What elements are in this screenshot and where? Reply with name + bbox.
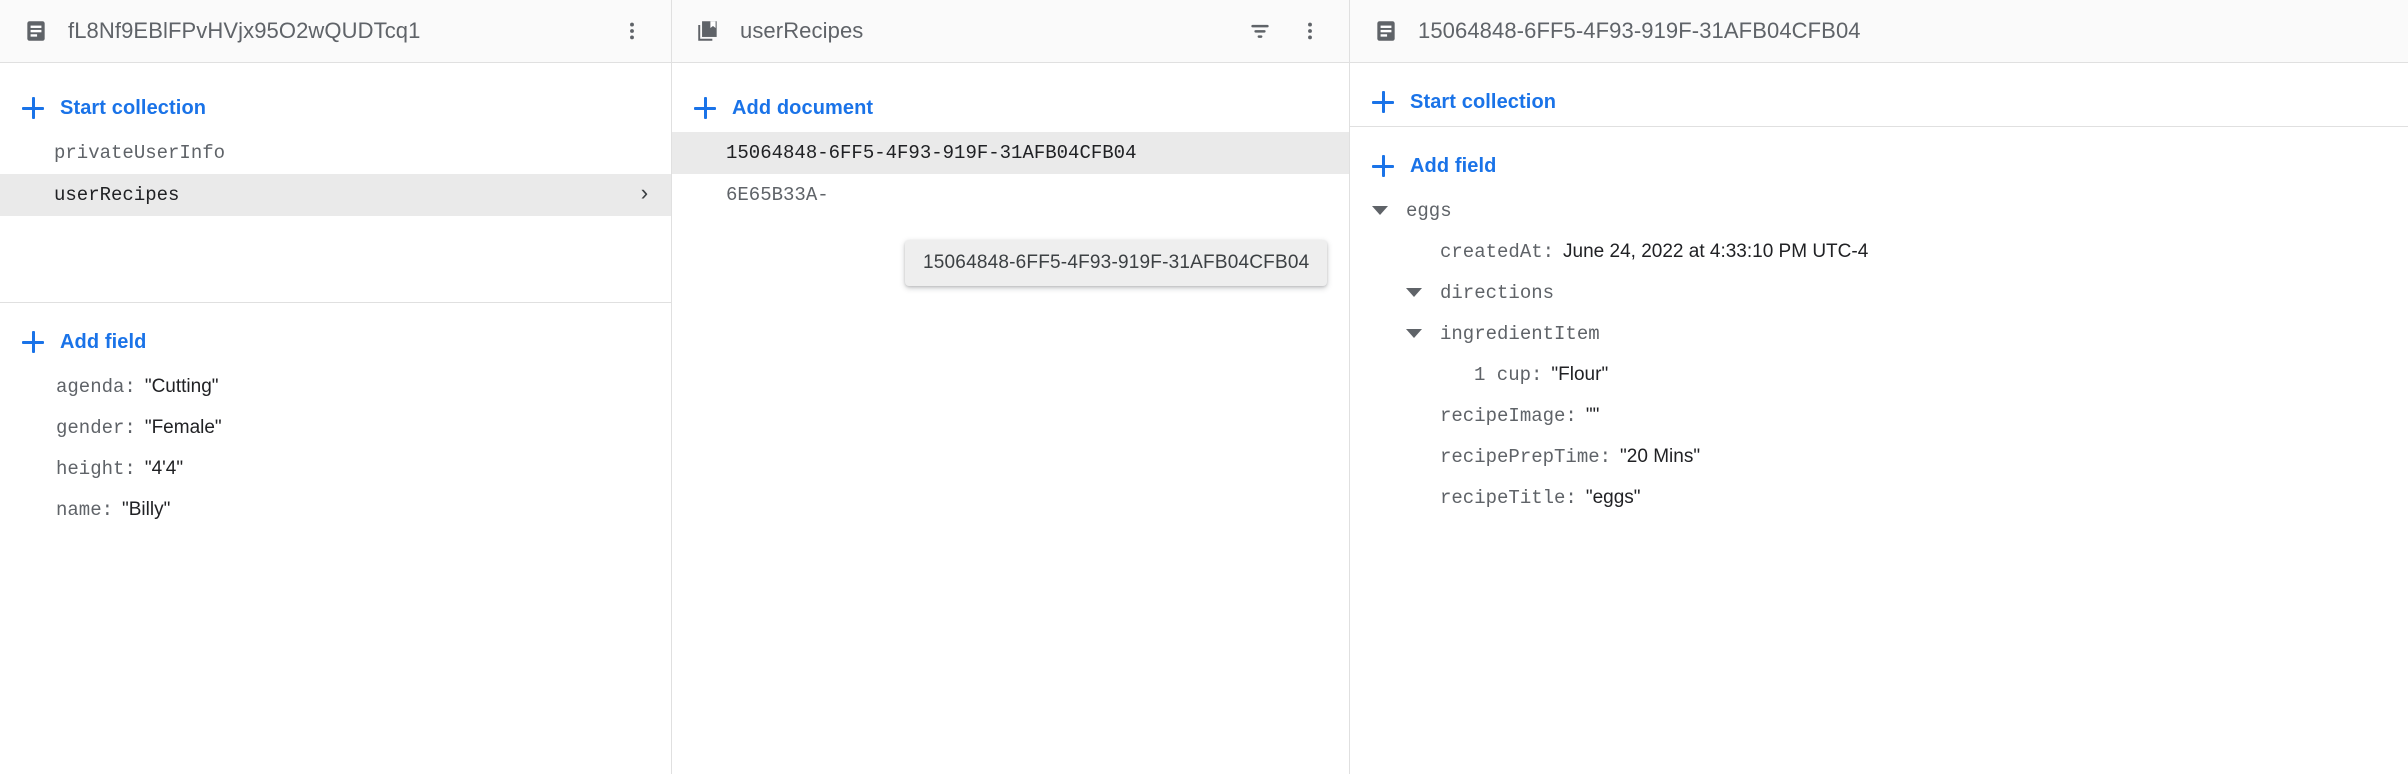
detail-panel-header: 15064848-6FF5-4F93-919F-31AFB04CFB04 — [1350, 0, 2408, 63]
document-panel-collections-section: Start collection privateUserInfo userRec… — [0, 63, 671, 302]
field-row-map[interactable]: directions — [1350, 272, 2408, 313]
field-value: "Billy" — [122, 498, 171, 520]
field-row[interactable]: name: "Billy" — [0, 489, 671, 530]
field-colon: : — [124, 375, 136, 398]
filter-icon[interactable] — [1243, 14, 1277, 48]
collection-panel-title: userRecipes — [740, 18, 864, 43]
field-key: createdAt — [1440, 240, 1543, 263]
more-vert-icon[interactable] — [1293, 14, 1327, 48]
field-key: gender — [56, 416, 125, 439]
add-document-label: Add document — [732, 96, 874, 119]
add-field-label: Add field — [60, 330, 147, 353]
field-value: "Cutting" — [144, 375, 219, 397]
document-item-label: 6E65B33A- — [726, 184, 829, 206]
field-colon: : — [101, 498, 114, 521]
plus-icon — [1372, 155, 1394, 177]
start-collection-label: Start collection — [1410, 90, 1557, 113]
collection-item-label: userRecipes — [54, 184, 180, 206]
document-icon — [1372, 17, 1400, 45]
field-key: eggs — [1406, 199, 1452, 222]
field-key: 1 cup — [1474, 363, 1532, 386]
detail-panel-title: 15064848-6FF5-4F93-919F-31AFB04CFB04 — [1418, 18, 1861, 43]
field-row[interactable]: height: "4'4" — [0, 448, 671, 489]
detail-panel: 15064848-6FF5-4F93-919F-31AFB04CFB04 Sta… — [1350, 0, 2408, 774]
field-key: recipePrepTime — [1440, 445, 1600, 468]
panel-divider — [1350, 126, 2408, 127]
field-value: "20 Mins" — [1620, 445, 1701, 467]
document-panel-fields-section: Add field agenda: "Cutting" gender: "Fem… — [0, 318, 671, 530]
add-field-label: Add field — [1410, 154, 1497, 177]
document-panel-header: fL8Nf9EBlFPvHVjx95O2wQUDTcq1 — [0, 0, 671, 63]
field-colon: : — [124, 416, 136, 439]
field-key: directions — [1440, 281, 1555, 304]
more-vert-icon[interactable] — [615, 14, 649, 48]
panel-divider — [0, 302, 671, 303]
document-panel-title: fL8Nf9EBlFPvHVjx95O2wQUDTcq1 — [68, 18, 421, 43]
field-value: "Flour" — [1551, 363, 1609, 385]
plus-icon — [1372, 91, 1394, 113]
firestore-data-browser: fL8Nf9EBlFPvHVjx95O2wQUDTcq1 Start colle… — [0, 0, 2408, 774]
field-key: name — [56, 498, 102, 521]
field-value: "" — [1585, 404, 1600, 426]
detail-panel-body: Start collection Add field eggs createdA… — [1350, 78, 2408, 518]
field-value: "eggs" — [1585, 486, 1641, 508]
caret-down-icon[interactable] — [1406, 288, 1440, 297]
document-item-label: 15064848-6FF5-4F93-919F-31AFB04CFB04 — [726, 142, 1137, 164]
field-row-map[interactable]: eggs — [1350, 190, 2408, 231]
field-row[interactable]: gender: "Female" — [0, 407, 671, 448]
field-colon: : — [1565, 404, 1577, 427]
collection-panel-documents-section: Add document 15064848-6FF5-4F93-919F-31A… — [672, 63, 1349, 216]
add-document-button[interactable]: Add document — [672, 84, 1349, 132]
field-key: height — [56, 457, 125, 480]
plus-icon — [694, 97, 716, 119]
field-colon: : — [1542, 240, 1555, 263]
field-row[interactable]: 1 cup: "Flour" — [1350, 354, 2408, 395]
add-field-button[interactable]: Add field — [1350, 142, 2408, 190]
start-collection-button[interactable]: Start collection — [0, 84, 671, 132]
field-row[interactable]: recipeImage: "" — [1350, 395, 2408, 436]
field-value: June 24, 2022 at 4:33:10 PM UTC-4 — [1563, 240, 1869, 262]
field-key: recipeImage — [1440, 404, 1566, 427]
add-field-button[interactable]: Add field — [0, 318, 671, 366]
start-collection-button[interactable]: Start collection — [1350, 78, 2408, 126]
field-row[interactable]: recipeTitle: "eggs" — [1350, 477, 2408, 518]
field-row[interactable]: createdAt: June 24, 2022 at 4:33:10 PM U… — [1350, 231, 2408, 272]
field-colon: : — [1531, 363, 1543, 386]
document-item[interactable]: 6E65B33A- — [672, 174, 1349, 216]
document-item-selected[interactable]: 15064848-6FF5-4F93-919F-31AFB04CFB04 — [672, 132, 1349, 174]
field-colon: : — [1565, 486, 1577, 509]
field-row-map[interactable]: ingredientItem — [1350, 313, 2408, 354]
field-value: "Female" — [144, 416, 222, 438]
field-value: "4'4" — [144, 457, 184, 479]
caret-down-icon[interactable] — [1372, 206, 1406, 215]
plus-icon — [22, 97, 44, 119]
plus-icon — [22, 331, 44, 353]
start-collection-label: Start collection — [60, 96, 207, 119]
collection-panel: userRecipes Add document 15064848-6FF5-4… — [672, 0, 1350, 774]
field-row[interactable]: agenda: "Cutting" — [0, 366, 671, 407]
field-key: ingredientItem — [1440, 322, 1600, 345]
field-row[interactable]: recipePrepTime: "20 Mins" — [1350, 436, 2408, 477]
field-colon: : — [124, 457, 136, 480]
field-key: agenda — [56, 375, 125, 398]
field-key: recipeTitle — [1440, 486, 1566, 509]
collection-item-userRecipes[interactable]: userRecipes › — [0, 174, 671, 216]
field-colon: : — [1599, 445, 1612, 468]
document-id-tooltip: 15064848-6FF5-4F93-919F-31AFB04CFB04 — [905, 240, 1328, 286]
document-panel: fL8Nf9EBlFPvHVjx95O2wQUDTcq1 Start colle… — [0, 0, 672, 774]
document-panel-header-actions — [615, 14, 649, 48]
caret-down-icon[interactable] — [1406, 329, 1440, 338]
collection-icon — [694, 17, 722, 45]
collection-item-label: privateUserInfo — [54, 142, 226, 164]
collections-empty-space — [0, 216, 671, 302]
collection-panel-header-actions — [1243, 14, 1327, 48]
collection-panel-header: userRecipes — [672, 0, 1349, 63]
collection-item-privateUserInfo[interactable]: privateUserInfo — [0, 132, 671, 174]
chevron-right-icon: › — [637, 182, 651, 207]
document-icon — [22, 17, 50, 45]
